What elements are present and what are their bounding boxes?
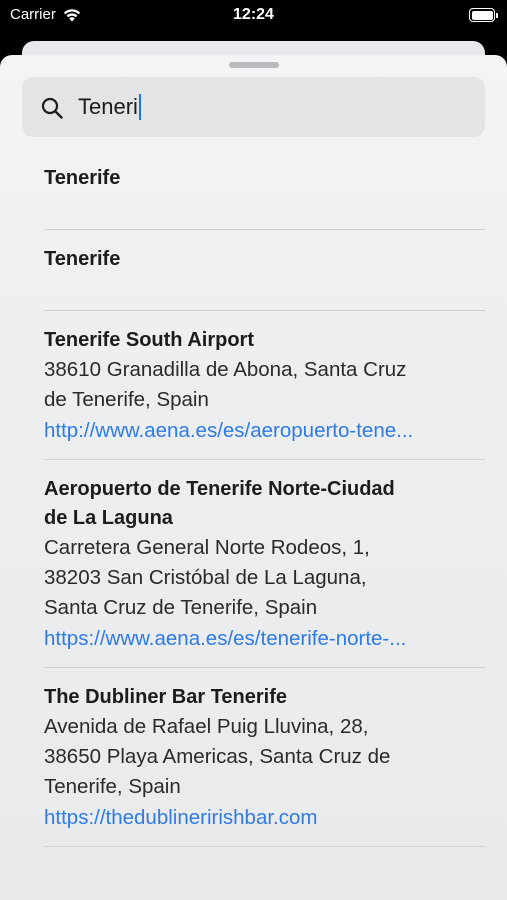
results-list: Tenerife Tenerife Tenerife South Airport… (0, 149, 507, 847)
result-address: Carretera General Norte Rodeos, 1, 38203… (44, 533, 485, 623)
list-item[interactable]: Tenerife (44, 230, 485, 311)
search-query: Teneri (78, 94, 138, 119)
result-address: Avenida de Rafael Puig Lluvina, 28, 3865… (44, 712, 485, 802)
search-sheet: Teneri Tenerife Tenerife Tenerife South … (0, 55, 507, 900)
address-line: de Tenerife, Spain (44, 388, 209, 411)
result-url-link[interactable]: https://thedublineririshbar.com (44, 802, 464, 834)
result-title: Tenerife (44, 167, 121, 189)
list-item[interactable]: The Dubliner Bar Tenerife Avenida de Raf… (44, 668, 485, 847)
sheet-grabber[interactable] (228, 62, 279, 68)
address-line: Santa Cruz de Tenerife, Spain (44, 596, 318, 619)
address-line: 38610 Granadilla de Abona, Santa Cruz (44, 358, 407, 381)
result-address: 38610 Granadilla de Abona, Santa Cruz de… (44, 355, 485, 415)
address-line: 38203 San Cristóbal de La Laguna, (44, 566, 367, 589)
result-title: Aeropuerto de Tenerife Norte-Ciudad de L… (44, 475, 485, 533)
battery-icon (469, 8, 498, 22)
result-title: Tenerife South Airport (44, 329, 254, 351)
list-item[interactable]: Aeropuerto de Tenerife Norte-Ciudad de L… (44, 460, 485, 668)
status-bar: Carrier 12:24 (0, 0, 507, 32)
result-title: The Dubliner Bar Tenerife (44, 686, 288, 708)
address-line: 38650 Playa Americas, Santa Cruz de (44, 745, 391, 768)
result-title: Tenerife (44, 248, 121, 270)
battery-fill (471, 10, 493, 20)
list-item[interactable]: Tenerife (44, 149, 485, 230)
search-input[interactable]: Teneri (78, 93, 141, 121)
search-icon (41, 97, 63, 119)
address-line: Carretera General Norte Rodeos, 1, (44, 536, 370, 559)
address-line: Tenerife, Spain (44, 775, 181, 798)
result-url-link[interactable]: https://www.aena.es/es/tenerife-norte-..… (44, 623, 464, 655)
list-item[interactable]: Tenerife South Airport 38610 Granadilla … (44, 311, 485, 460)
text-caret (138, 94, 141, 120)
search-bar[interactable]: Teneri (22, 77, 485, 137)
status-time: 12:24 (233, 6, 274, 23)
address-line: Avenida de Rafael Puig Lluvina, 28, (44, 715, 369, 738)
title-line: Aeropuerto de Tenerife Norte-Ciudad (44, 478, 395, 500)
title-line: de La Laguna (44, 507, 173, 529)
result-url-link[interactable]: http://www.aena.es/es/aeropuerto-tene... (44, 415, 464, 447)
